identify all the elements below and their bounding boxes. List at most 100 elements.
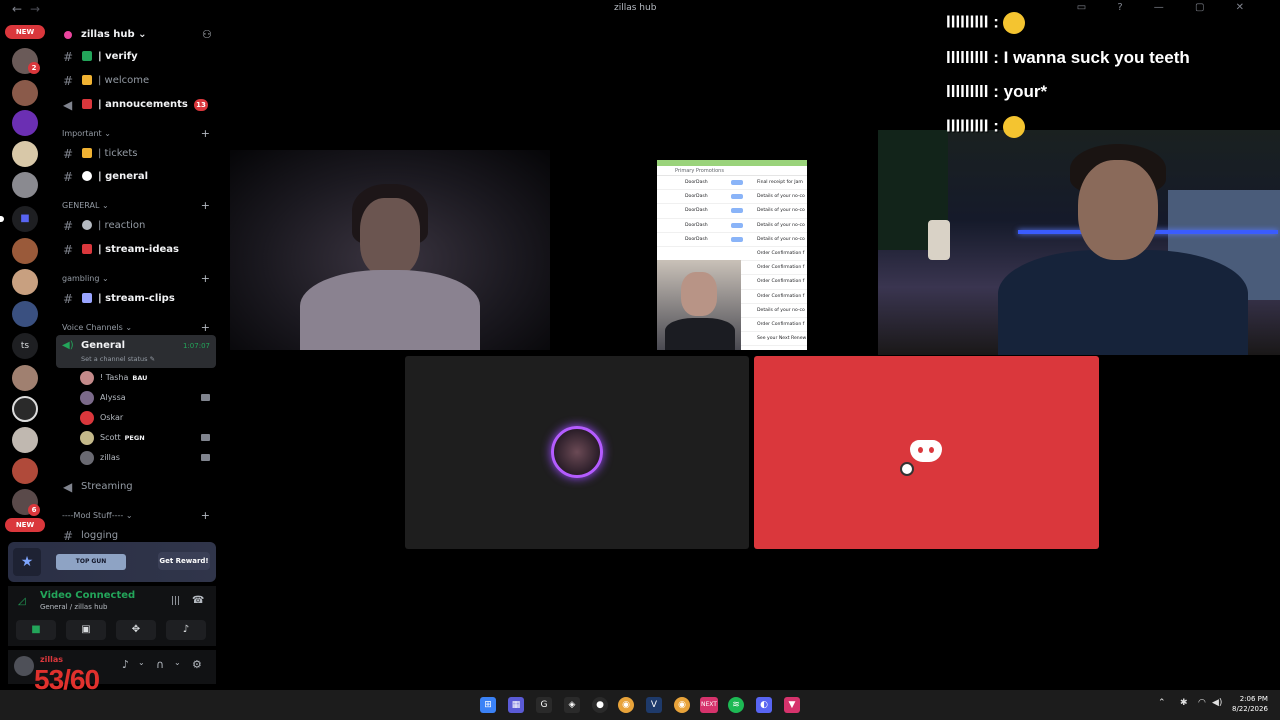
guild-icon[interactable] (12, 458, 38, 484)
voice-user[interactable]: Scott PEGN (80, 429, 216, 447)
gear-icon[interactable]: ⚙ (192, 658, 202, 671)
video-stage (222, 20, 1280, 690)
hash-icon: # (63, 74, 74, 88)
start-icon[interactable]: ⊞ (480, 697, 496, 713)
mail-row[interactable]: DoorDash Details of your no-co (657, 204, 807, 219)
add-channel-icon[interactable]: + (201, 272, 210, 285)
discord-icon[interactable]: ◐ (756, 697, 772, 713)
app-icon[interactable]: G (536, 697, 552, 713)
soundboard-button[interactable]: ♪ (166, 620, 206, 640)
category-mod-stuff[interactable]: ----Mod Stuff---- ⌄ + (62, 509, 218, 525)
add-channel-icon[interactable]: + (201, 199, 210, 212)
guild-cat-icon[interactable] (12, 172, 38, 198)
forward-arrow-icon[interactable]: → (30, 2, 40, 16)
screen-share-button[interactable]: ▣ (66, 620, 106, 640)
channel-annoucements[interactable]: ◀ | annoucements 13 (60, 95, 218, 115)
channel-stream-ideas[interactable]: # | stream-ideas (60, 240, 218, 260)
guild-icon[interactable] (12, 238, 38, 264)
volume-icon[interactable]: ◀) (1212, 698, 1222, 708)
new-badge-bottom[interactable]: NEW (5, 518, 45, 532)
microphone-icon[interactable]: ♪ (122, 658, 129, 671)
add-channel-icon[interactable]: + (201, 321, 210, 334)
video-tile-webcam[interactable] (230, 150, 550, 350)
avatar[interactable] (14, 656, 34, 676)
speaker-icon: ◀ (63, 480, 73, 494)
category-gambling[interactable]: gambling ⌄ + (62, 272, 218, 288)
question-emoji-icon (82, 244, 92, 254)
clock[interactable]: 2:06 PM 8/22/2026 (1232, 694, 1268, 714)
server-header[interactable]: zillas hub ⌄ ⚇ (52, 20, 220, 50)
channel-tickets[interactable]: # | tickets (60, 144, 218, 164)
next-app-icon[interactable]: NEXT (700, 697, 718, 713)
app-icon[interactable]: ◈ (564, 697, 580, 713)
bluetooth-icon[interactable]: ✱ (1180, 698, 1188, 708)
mail-row[interactable]: DoorDash Details of your no-co (657, 233, 807, 247)
channel-verify[interactable]: # | verify (60, 47, 218, 67)
chevron-down-icon[interactable]: ⌄ (138, 658, 145, 667)
window-controls[interactable]: ▭ ? — ▢ ✕ (1077, 2, 1258, 13)
emoji-icon (1002, 12, 1025, 34)
folder-icon[interactable]: ■ (12, 206, 38, 232)
disconnect-icon[interactable]: ☎ (192, 595, 204, 606)
channel-stream-clips[interactable]: # | stream-clips (60, 289, 218, 309)
voice-user[interactable]: Alyssa (80, 389, 216, 407)
headphones-icon[interactable]: ∩ (156, 658, 164, 671)
channel-reaction[interactable]: # | reaction (60, 216, 218, 236)
video-tile-stream[interactable] (878, 130, 1280, 355)
spotify-icon[interactable]: ≋ (728, 697, 744, 713)
voice-channel-general[interactable]: ◀) General 1:07:07 Set a channel status … (56, 335, 216, 368)
hash-icon: # (63, 243, 74, 257)
wifi-icon[interactable]: ◠ (1198, 698, 1206, 708)
facecam-overlay (657, 260, 741, 350)
guild-icon[interactable] (12, 301, 38, 327)
get-reward-button[interactable]: Get Reward! (158, 552, 210, 570)
guild-text-icon[interactable]: ts (12, 333, 38, 359)
category-general[interactable]: GENERAL ⌄ + (62, 199, 218, 215)
signal-icon[interactable]: ◿ (18, 596, 26, 607)
mail-row[interactable]: DoorDash Final receipt for Jam (657, 176, 807, 191)
guild-icon[interactable] (12, 365, 38, 391)
chevron-up-icon[interactable]: ⌃ (1158, 698, 1166, 708)
speech-bubble-emoji-icon (82, 171, 92, 181)
mail-row[interactable]: DoorDash Details of your no-co (657, 219, 807, 233)
guild-icon[interactable] (12, 269, 38, 295)
add-channel-icon[interactable]: + (201, 127, 210, 140)
voice-user[interactable]: zillas (80, 449, 216, 467)
activities-button[interactable]: ✥ (116, 620, 156, 640)
voice-connected-status[interactable]: Video Connected (40, 590, 135, 601)
voice-channel-streaming[interactable]: ◀ Streaming (60, 477, 218, 497)
app-icon[interactable]: V (646, 697, 662, 713)
guild-icon[interactable] (12, 427, 38, 453)
voice-user[interactable]: ! Tasha BAU (80, 369, 216, 387)
guild-icon[interactable] (12, 80, 38, 106)
obs-icon[interactable]: ● (592, 697, 608, 713)
channel-welcome[interactable]: # | welcome (60, 71, 218, 91)
guild-icon[interactable] (12, 396, 38, 422)
video-tile-discord[interactable] (754, 356, 1099, 549)
chrome-icon[interactable]: ◉ (674, 697, 690, 713)
voice-user[interactable]: Oskar (80, 409, 216, 427)
label-pill (731, 208, 743, 214)
video-tile-avatar[interactable] (405, 356, 749, 549)
chrome-icon[interactable]: ◉ (618, 697, 634, 713)
mail-row[interactable]: DoorDash Details of your no-co (657, 190, 807, 205)
category-important[interactable]: Important ⌄ + (62, 127, 218, 143)
camera-button[interactable]: ■ (16, 620, 56, 640)
channel-general[interactable]: # | general (60, 167, 218, 187)
username: zillas (40, 655, 64, 664)
noise-suppression-icon[interactable]: ||| (171, 596, 180, 606)
guild-eye-icon[interactable] (12, 110, 38, 136)
channel-status[interactable]: Set a channel status ✎ (81, 355, 155, 363)
label-pill (731, 236, 743, 242)
chevron-down-icon[interactable]: ⌄ (174, 658, 181, 667)
mail-row[interactable]: Order Confirmation f (657, 247, 807, 262)
chat-message: lllllllll : (946, 12, 1025, 34)
add-channel-icon[interactable]: + (201, 509, 210, 522)
back-arrow-icon[interactable]: ← (12, 2, 22, 16)
new-badge-top[interactable]: NEW (5, 25, 45, 39)
brave-icon[interactable]: ▼ (784, 697, 800, 713)
widgets-icon[interactable]: ▦ (508, 697, 524, 713)
add-member-icon[interactable]: ⚇ (202, 28, 212, 41)
guild-icon[interactable] (12, 141, 38, 167)
video-tile-screenshare[interactable]: Primary Promotions DoorDash Final receipt… (657, 160, 807, 350)
